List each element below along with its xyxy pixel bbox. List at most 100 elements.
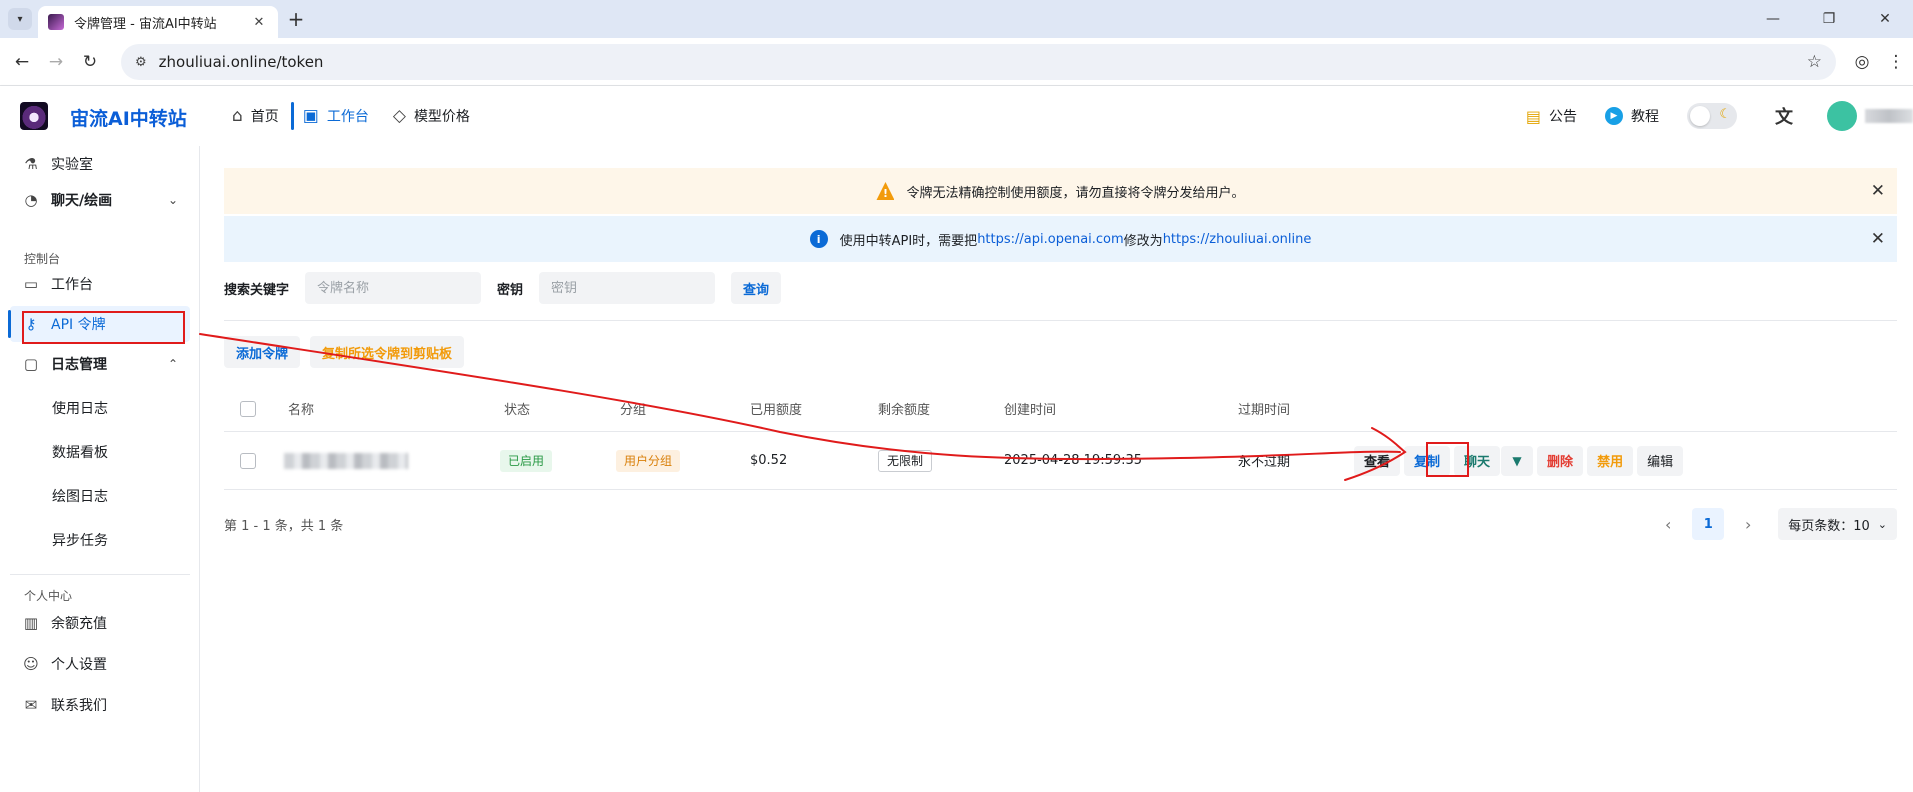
nav-workbench-label: 工作台: [326, 109, 369, 125]
delete-button[interactable]: 删除: [1537, 445, 1584, 476]
forward-arrow-icon[interactable]: →: [44, 50, 68, 74]
sidebar-item-label: 个人设置: [51, 657, 107, 673]
info-mid: 修改为: [1123, 233, 1163, 249]
brand-name[interactable]: 宙流AI中转站: [70, 104, 187, 131]
prev-page-icon[interactable]: ‹: [1652, 515, 1684, 534]
tab-search-chevron-icon[interactable]: ▾: [8, 8, 32, 30]
new-tab-button[interactable]: +: [284, 9, 308, 31]
disable-button[interactable]: 禁用: [1587, 445, 1634, 476]
pagination-summary: 第 1 - 1 条，共 1 条: [224, 518, 344, 534]
openai-api-link[interactable]: https://api.openai.com: [977, 232, 1123, 247]
col-used[interactable]: 已用额度: [750, 386, 802, 431]
sidebar-item-topup[interactable]: ▥ 余额充值: [10, 605, 190, 641]
sidebar-item-chat[interactable]: ◔ 聊天/绘画 ⌄: [10, 182, 190, 218]
flask-icon: ⚗: [24, 155, 38, 173]
used-quota: $0.52: [750, 453, 788, 468]
select-all-checkbox[interactable]: [240, 400, 256, 417]
user-icon: ☺: [23, 655, 39, 673]
username-blurred[interactable]: [1865, 109, 1913, 123]
sidebar-item-label: 聊天/绘画: [51, 193, 113, 209]
log-icon: ▢: [23, 355, 39, 373]
add-token-button[interactable]: 添加令牌: [224, 336, 301, 368]
copy-selected-button[interactable]: 复制所选令牌到剪贴板: [310, 336, 465, 368]
language-icon[interactable]: 文: [1775, 103, 1793, 129]
key-input[interactable]: [539, 272, 716, 304]
page-size-select[interactable]: 每页条数：10 ⌄: [1778, 508, 1897, 540]
restore-button[interactable]: ❐: [1801, 0, 1857, 38]
row-select-cell: [240, 432, 256, 489]
browser-tab[interactable]: 令牌管理 - 宙流AI中转站 ✕: [38, 6, 278, 38]
sidebar-group-console: 控制台: [24, 252, 61, 266]
sidebar-item-usage-log[interactable]: 使用日志: [10, 390, 190, 426]
close-icon[interactable]: ✕: [1871, 181, 1885, 201]
remaining-cell: 无限制: [878, 432, 933, 489]
chat-dropdown-caret-icon[interactable]: ▼: [1501, 445, 1534, 476]
col-expires[interactable]: 过期时间: [1238, 386, 1290, 431]
tutorial-button[interactable]: ▶ 教程: [1605, 106, 1659, 126]
annotation-box-copy: [1426, 442, 1469, 477]
address-bar[interactable]: ⚙ zhouliuai.online/token ☆: [121, 44, 1836, 80]
table-header: 名称 状态 分组 已用额度 剩余额度 创建时间 过期时间: [224, 386, 1897, 432]
sidebar-item-data-board[interactable]: 数据看板: [10, 434, 190, 470]
group-badge: 用户分组: [616, 449, 681, 472]
warning-text: 令牌无法精确控制使用额度，请勿直接将令牌分发给用户。: [906, 185, 1245, 201]
nav-workbench[interactable]: ▣ 工作台: [290, 96, 381, 136]
token-name-cell: [284, 432, 408, 489]
profile-icon[interactable]: ◎: [1850, 50, 1874, 74]
sidebar-item-workbench[interactable]: ▭ 工作台: [10, 266, 190, 302]
dashboard-icon: ▣: [302, 106, 319, 126]
top-navigation: ⌂ 首页 ▣ 工作台 ◇ 模型价格: [220, 96, 482, 136]
col-created[interactable]: 创建时间: [1004, 386, 1056, 431]
browser-toolbar: ← → ↻ ⚙ zhouliuai.online/token ☆ ◎ ⋮: [0, 38, 1913, 86]
action-row: 添加令牌 复制所选令牌到剪贴板: [224, 336, 474, 368]
notice-button[interactable]: ▤ 公告: [1526, 106, 1577, 126]
next-page-icon[interactable]: ›: [1732, 515, 1764, 534]
sidebar-item-async-task[interactable]: 异步任务: [10, 522, 190, 558]
bookmark-star-icon[interactable]: ☆: [1807, 52, 1822, 72]
nav-home[interactable]: ⌂ 首页: [220, 96, 291, 136]
col-remaining[interactable]: 剩余额度: [878, 386, 930, 431]
back-arrow-icon[interactable]: ←: [10, 50, 34, 74]
view-button[interactable]: 查看: [1354, 445, 1401, 476]
chat-icon: ◔: [24, 191, 38, 209]
query-button[interactable]: 查询: [731, 272, 782, 304]
site-api-link[interactable]: https://zhouliuai.online: [1163, 232, 1312, 247]
edit-button[interactable]: 编辑: [1637, 445, 1684, 476]
group-cell: 用户分组: [616, 432, 681, 489]
moon-icon: ☾: [1719, 107, 1731, 122]
token-name-input[interactable]: [305, 272, 482, 304]
col-group[interactable]: 分组: [620, 386, 646, 431]
info-banner: i 使用中转API时，需要把 https://api.openai.com 修改…: [224, 216, 1897, 262]
sidebar-item-draw-log[interactable]: 绘图日志: [10, 478, 190, 514]
close-icon[interactable]: ✕: [1871, 229, 1885, 249]
window-close-button[interactable]: ✕: [1857, 0, 1913, 38]
mail-icon: ✉: [24, 696, 38, 714]
col-status[interactable]: 状态: [504, 386, 530, 431]
tab-close-icon[interactable]: ✕: [250, 15, 268, 30]
browser-menu-icon[interactable]: ⋮: [1884, 50, 1908, 74]
sidebar-group-personal: 个人中心: [24, 589, 73, 603]
theme-toggle[interactable]: ☾: [1687, 103, 1737, 129]
sidebar-item-settings[interactable]: ☺ 个人设置: [10, 646, 190, 682]
minimize-button[interactable]: —: [1745, 0, 1801, 38]
sidebar-item-contact[interactable]: ✉ 联系我们: [10, 687, 190, 723]
row-checkbox[interactable]: [240, 452, 256, 469]
info-icon: i: [809, 230, 828, 248]
search-form: 搜索关键字 密钥 查询: [224, 272, 782, 304]
site-logo[interactable]: [20, 102, 48, 130]
reload-icon[interactable]: ↻: [78, 50, 102, 74]
col-name[interactable]: 名称: [288, 386, 314, 431]
nav-model-price[interactable]: ◇ 模型价格: [381, 96, 482, 136]
page-size-label: 每页条数：10: [1788, 518, 1870, 534]
wallet-icon: ▥: [23, 614, 39, 632]
site-info-icon[interactable]: ⚙: [135, 55, 147, 70]
sidebar-item-log-management[interactable]: ▢ 日志管理 ⌃: [10, 346, 190, 382]
avatar[interactable]: [1827, 101, 1857, 131]
notice-label: 公告: [1549, 109, 1577, 125]
page-number[interactable]: 1: [1692, 508, 1725, 540]
keyword-label: 搜索关键字: [224, 282, 290, 298]
url-text[interactable]: zhouliuai.online/token: [159, 53, 1807, 71]
sidebar-item-lab[interactable]: ⚗ 实验室: [10, 146, 190, 182]
sidebar: ⚗ 实验室 ◔ 聊天/绘画 ⌄ 控制台 ▭ 工作台 ⚷ API 令牌 ▢ 日志管…: [0, 146, 200, 792]
main-content: ! 令牌无法精确控制使用额度，请勿直接将令牌分发给用户。 ✕ i 使用中转API…: [200, 146, 1913, 792]
